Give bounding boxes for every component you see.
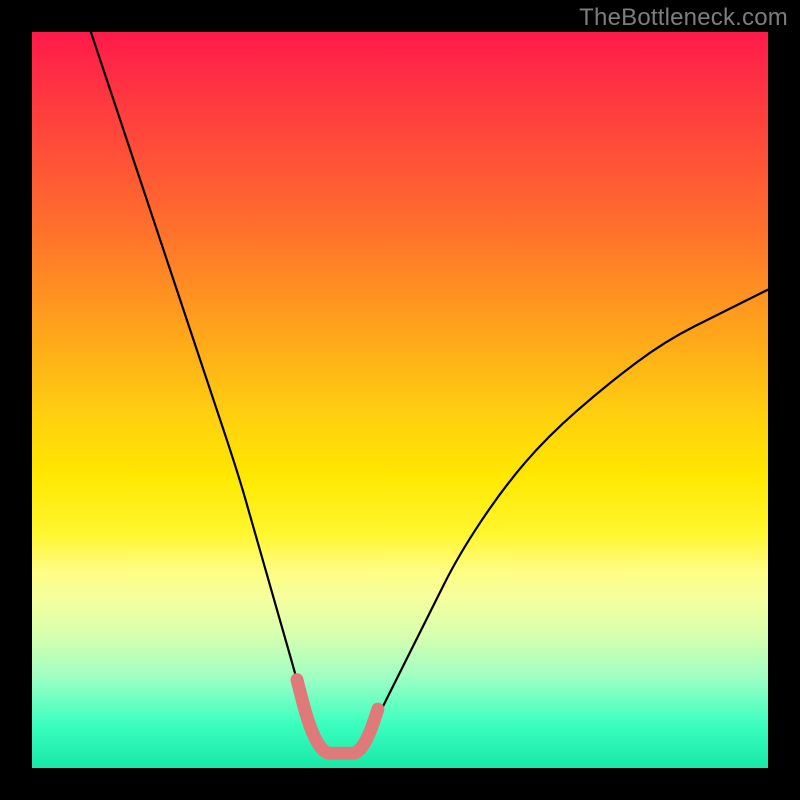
curves-svg bbox=[32, 32, 768, 768]
series-group bbox=[91, 32, 768, 753]
watermark-text: TheBottleneck.com bbox=[579, 4, 788, 32]
plot-area bbox=[32, 32, 768, 768]
series-bottom-connector bbox=[297, 680, 378, 754]
chart-frame: TheBottleneck.com bbox=[0, 0, 800, 800]
series-right-curve bbox=[363, 290, 768, 746]
series-left-curve bbox=[91, 32, 319, 746]
